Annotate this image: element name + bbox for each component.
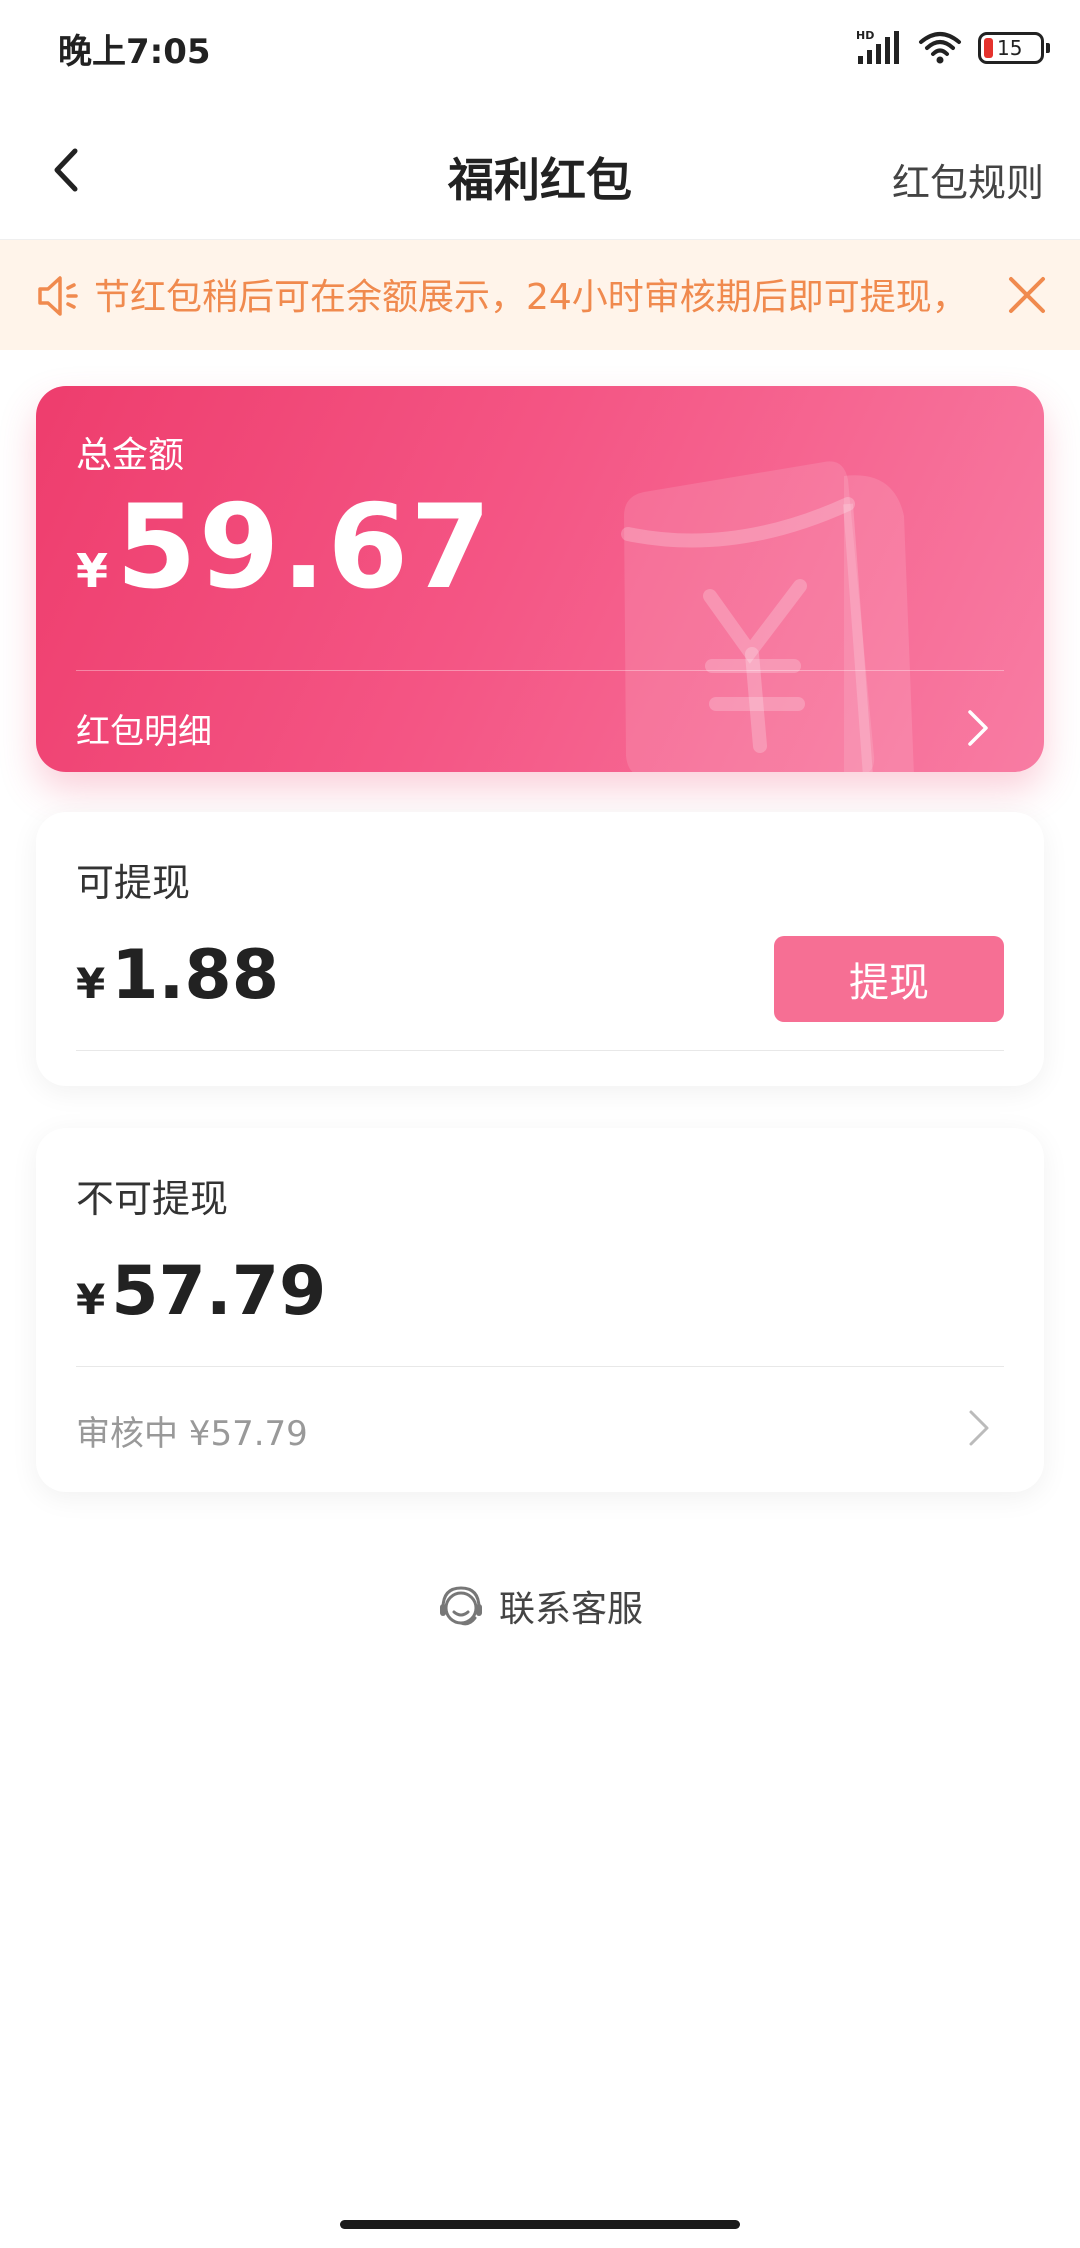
withdrawable-amount: ¥ 1.88 (76, 942, 279, 1010)
non-withdrawable-amount: ¥ 57.79 (76, 1258, 326, 1326)
wifi-icon (919, 32, 961, 64)
withdraw-button[interactable]: 提现 (774, 936, 1004, 1022)
speaker-icon (38, 276, 78, 316)
withdrawable-card: 可提现 ¥ 1.88 提现 (36, 812, 1044, 1086)
close-icon[interactable] (1004, 272, 1050, 318)
total-label: 总金额 (76, 435, 185, 476)
withdrawable-value: 1.88 (111, 936, 280, 1015)
home-indicator[interactable] (340, 2220, 740, 2229)
non-withdrawable-value: 57.79 (111, 1252, 327, 1331)
notice-text: 节红包稍后可在余额展示，24小时审核期后即可提现， (94, 277, 968, 318)
status-bar: 晚上7:05 HD 15 (0, 0, 1080, 100)
total-amount-card: 总金额 ¥ 59.67 红包明细 (36, 386, 1044, 772)
currency-symbol: ¥ (76, 544, 109, 598)
battery-level: 15 (997, 36, 1023, 60)
non-withdrawable-label: 不可提现 (76, 1177, 229, 1221)
page: 晚上7:05 HD 15 福利红包 红包规则 节红包稍后可在余额展示，24小时审… (0, 0, 1080, 2248)
signal-icon: HD (856, 29, 899, 64)
total-value: 59.67 (116, 480, 493, 615)
currency-symbol: ¥ (76, 959, 106, 1008)
red-envelope-icon (621, 461, 914, 772)
status-icons: HD 15 (856, 26, 1050, 70)
total-amount: ¥ 59.67 (76, 490, 493, 606)
withdrawable-label: 可提现 (76, 861, 191, 905)
status-time: 晚上7:05 (58, 32, 211, 72)
envelope-detail-link[interactable]: 红包明细 (76, 704, 212, 753)
battery-icon: 15 (978, 32, 1050, 64)
nav-bar: 福利红包 红包规则 (0, 100, 1080, 240)
contact-service-label: 联系客服 (498, 1589, 643, 1630)
chevron-right-icon[interactable] (964, 708, 992, 748)
divider (76, 1050, 1004, 1051)
non-withdrawable-card: 不可提现 ¥ 57.79 审核中 ¥57.79 (36, 1128, 1044, 1492)
divider (76, 1366, 1004, 1367)
network-label: HD (856, 29, 874, 42)
chevron-right-icon[interactable] (966, 1408, 992, 1448)
battery-fill (984, 38, 993, 58)
currency-symbol: ¥ (76, 1275, 106, 1324)
notice-bar: 节红包稍后可在余额展示，24小时审核期后即可提现， (0, 240, 1080, 350)
divider (76, 670, 1004, 671)
under-review-link[interactable]: 审核中 ¥57.79 (76, 1406, 308, 1455)
rules-link[interactable]: 红包规则 (892, 152, 1044, 207)
contact-service-button[interactable]: 联系客服 (0, 1580, 1080, 1632)
headset-icon (439, 1586, 482, 1626)
